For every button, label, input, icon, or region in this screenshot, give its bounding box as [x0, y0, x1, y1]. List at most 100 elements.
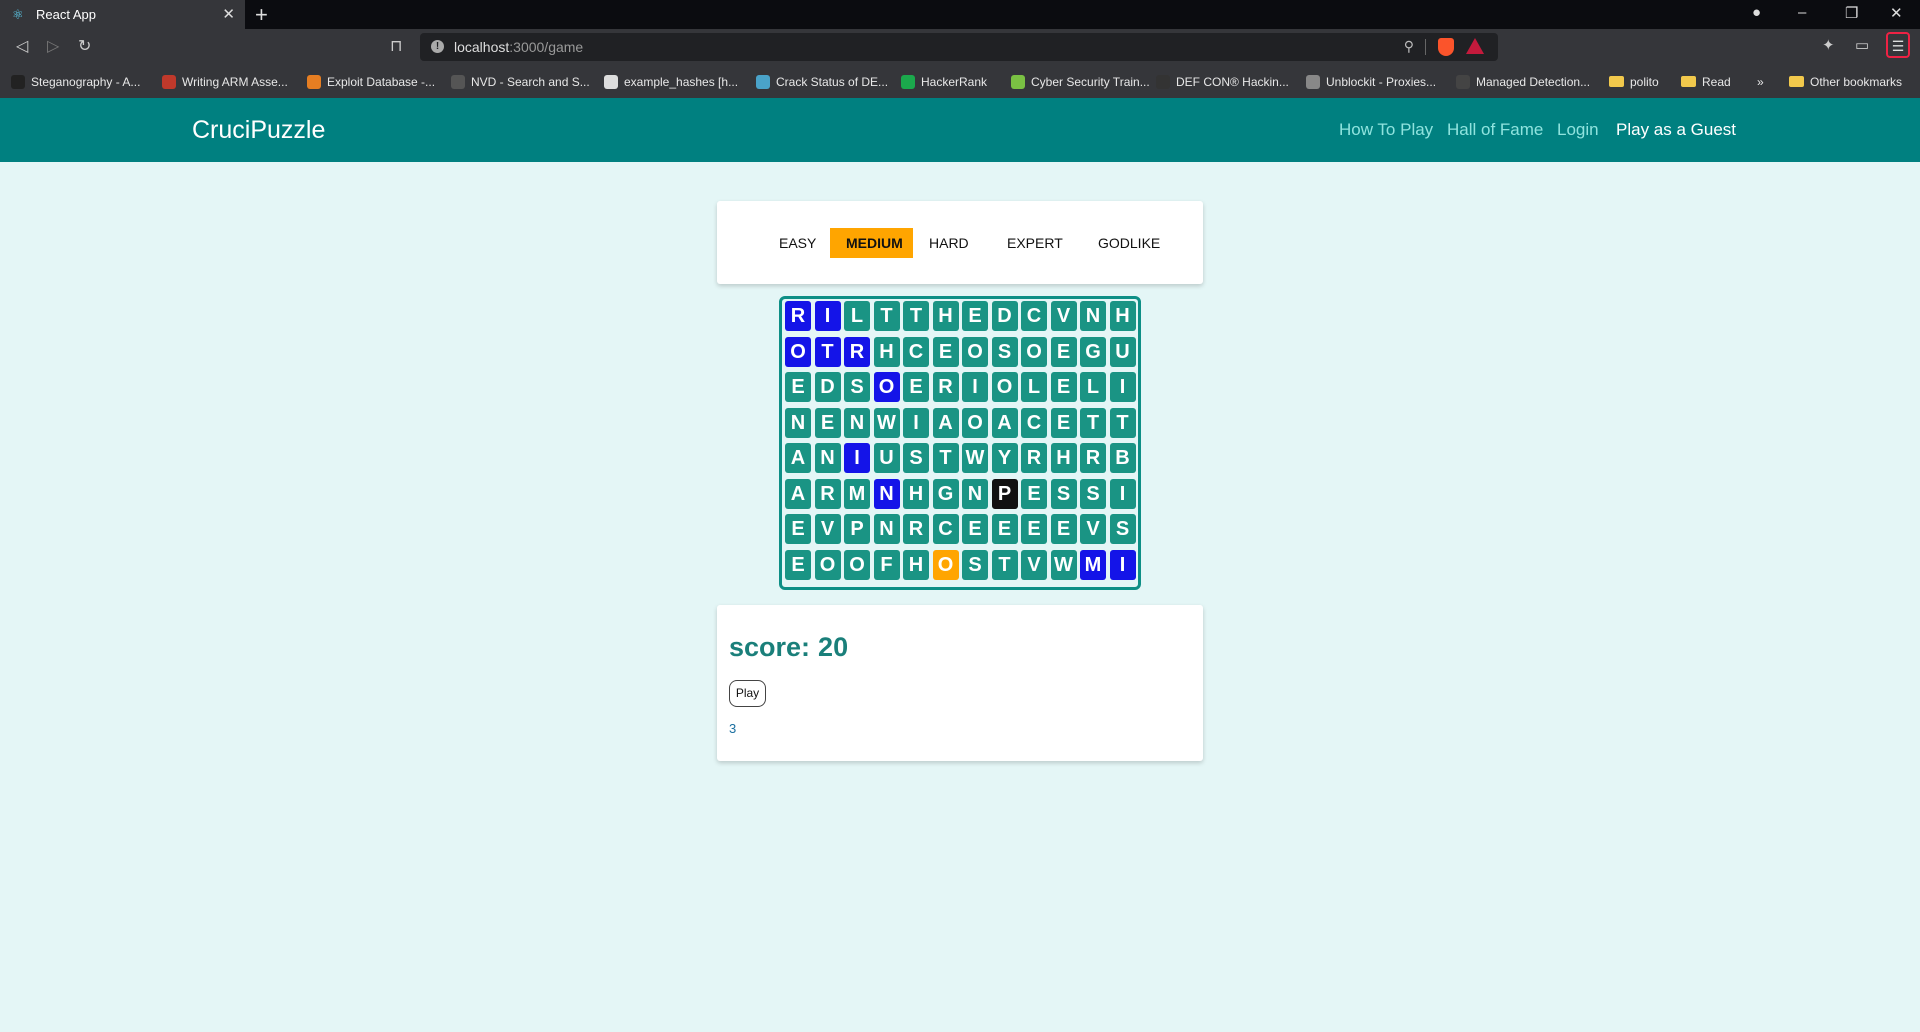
level-easy[interactable]: EASY: [763, 228, 832, 258]
grid-cell[interactable]: R: [785, 301, 811, 331]
zoom-icon[interactable]: ⚲: [1404, 38, 1414, 55]
extensions-icon[interactable]: ✦: [1822, 36, 1835, 54]
grid-cell[interactable]: V: [814, 514, 841, 544]
menu-icon[interactable]: ☰: [1886, 32, 1910, 58]
grid-cell[interactable]: U: [873, 443, 900, 473]
level-hard[interactable]: HARD: [913, 228, 985, 258]
grid-cell[interactable]: O: [962, 336, 988, 367]
bookmark-item[interactable]: example_hashes [h...: [604, 75, 738, 89]
grid-cell[interactable]: R: [814, 478, 841, 509]
grid-cell[interactable]: R: [1021, 443, 1047, 473]
grid-cell[interactable]: T: [903, 301, 929, 331]
grid-cell[interactable]: I: [1109, 478, 1136, 509]
grid-cell[interactable]: N: [873, 478, 900, 509]
grid-cell[interactable]: D: [814, 372, 841, 402]
grid-cell[interactable]: E: [1050, 514, 1077, 544]
grid-cell[interactable]: A: [785, 443, 811, 473]
bookmark-item[interactable]: Steganography - A...: [11, 75, 140, 89]
restore-icon[interactable]: ❐: [1845, 4, 1858, 22]
browser-tab[interactable]: ⚛ React App ✕: [0, 0, 245, 29]
grid-cell[interactable]: H: [903, 478, 929, 509]
grid-cell[interactable]: R: [1080, 443, 1106, 473]
grid-cell[interactable]: E: [785, 372, 811, 402]
grid-cell[interactable]: W: [1050, 549, 1077, 580]
grid-cell[interactable]: C: [903, 336, 929, 367]
grid-cell[interactable]: O: [873, 372, 900, 402]
grid-cell[interactable]: T: [1109, 407, 1136, 438]
grid-cell[interactable]: I: [903, 407, 929, 438]
grid-cell[interactable]: C: [932, 514, 959, 544]
grid-cell[interactable]: S: [903, 443, 929, 473]
grid-cell[interactable]: N: [814, 443, 841, 473]
grid-cell[interactable]: E: [932, 336, 959, 367]
grid-cell[interactable]: E: [991, 514, 1018, 544]
level-expert[interactable]: EXPERT: [991, 228, 1079, 258]
nav-play-as-guest[interactable]: Play as a Guest: [1616, 120, 1736, 140]
bookmark-item[interactable]: Exploit Database -...: [307, 75, 435, 89]
url-text[interactable]: localhost:3000/game: [454, 39, 583, 55]
grid-cell[interactable]: O: [1021, 336, 1047, 367]
grid-cell[interactable]: E: [1050, 336, 1077, 367]
grid-cell[interactable]: I: [1109, 372, 1136, 402]
grid-cell[interactable]: R: [844, 336, 870, 367]
grid-cell[interactable]: I: [1109, 549, 1136, 580]
bookmark-item[interactable]: HackerRank: [901, 75, 987, 89]
brave-rewards-icon[interactable]: [1466, 38, 1484, 54]
grid-cell[interactable]: S: [844, 372, 870, 402]
forward-icon[interactable]: ▷: [47, 36, 59, 56]
grid-cell[interactable]: G: [932, 478, 959, 509]
bookmark-item[interactable]: NVD - Search and S...: [451, 75, 590, 89]
bookmark-item[interactable]: Unblockit - Proxies...: [1306, 75, 1436, 89]
grid-cell[interactable]: S: [991, 336, 1018, 367]
grid-cell[interactable]: P: [844, 514, 870, 544]
grid-cell[interactable]: E: [1050, 372, 1077, 402]
grid-cell[interactable]: N: [962, 478, 988, 509]
grid-cell[interactable]: H: [1109, 301, 1136, 331]
grid-cell[interactable]: H: [873, 336, 900, 367]
minimize-icon[interactable]: –: [1798, 4, 1806, 21]
grid-cell[interactable]: H: [932, 301, 959, 331]
grid-cell[interactable]: H: [903, 549, 929, 580]
nav-login[interactable]: Login: [1557, 120, 1599, 140]
profile-icon[interactable]: ●: [1752, 4, 1761, 21]
grid-cell[interactable]: S: [1080, 478, 1106, 509]
grid-cell[interactable]: N: [785, 407, 811, 438]
grid-cell[interactable]: L: [844, 301, 870, 331]
brand-logo[interactable]: CruciPuzzle: [192, 116, 325, 145]
other-bookmarks[interactable]: Other bookmarks: [1789, 75, 1902, 89]
grid-cell[interactable]: S: [962, 549, 988, 580]
site-info-icon[interactable]: !: [431, 40, 444, 53]
grid-cell[interactable]: F: [873, 549, 900, 580]
address-bar[interactable]: ! localhost:3000/game ⚲: [420, 33, 1498, 61]
grid-cell[interactable]: T: [814, 336, 841, 367]
grid-cell[interactable]: L: [1080, 372, 1106, 402]
grid-cell[interactable]: E: [1050, 407, 1077, 438]
bookmark-item[interactable]: Writing ARM Asse...: [162, 75, 288, 89]
grid-cell[interactable]: A: [932, 407, 959, 438]
grid-cell[interactable]: C: [1021, 407, 1047, 438]
grid-cell[interactable]: H: [1050, 443, 1077, 473]
grid-cell[interactable]: E: [962, 301, 988, 331]
grid-cell[interactable]: P: [991, 478, 1018, 509]
nav-how-to-play[interactable]: How To Play: [1339, 120, 1433, 140]
grid-cell[interactable]: E: [814, 407, 841, 438]
grid-cell[interactable]: O: [932, 549, 959, 580]
brave-shields-icon[interactable]: [1438, 38, 1454, 56]
close-tab-icon[interactable]: ✕: [222, 5, 235, 23]
grid-cell[interactable]: O: [814, 549, 841, 580]
play-button[interactable]: Play: [729, 680, 766, 707]
grid-cell[interactable]: Y: [991, 443, 1018, 473]
grid-cell[interactable]: O: [991, 372, 1018, 402]
grid-cell[interactable]: M: [1080, 549, 1106, 580]
grid-cell[interactable]: E: [903, 372, 929, 402]
grid-cell[interactable]: A: [785, 478, 811, 509]
grid-cell[interactable]: I: [844, 443, 870, 473]
grid-cell[interactable]: G: [1080, 336, 1106, 367]
nav-hall-of-fame[interactable]: Hall of Fame: [1447, 120, 1543, 140]
reload-icon[interactable]: ↻: [78, 36, 91, 56]
close-window-icon[interactable]: ✕: [1890, 4, 1903, 22]
bookmark-item[interactable]: DEF CON® Hackin...: [1156, 75, 1289, 89]
grid-cell[interactable]: I: [814, 301, 841, 331]
bookmarks-overflow-icon[interactable]: »: [1757, 75, 1764, 89]
level-godlike[interactable]: GODLIKE: [1082, 228, 1176, 258]
